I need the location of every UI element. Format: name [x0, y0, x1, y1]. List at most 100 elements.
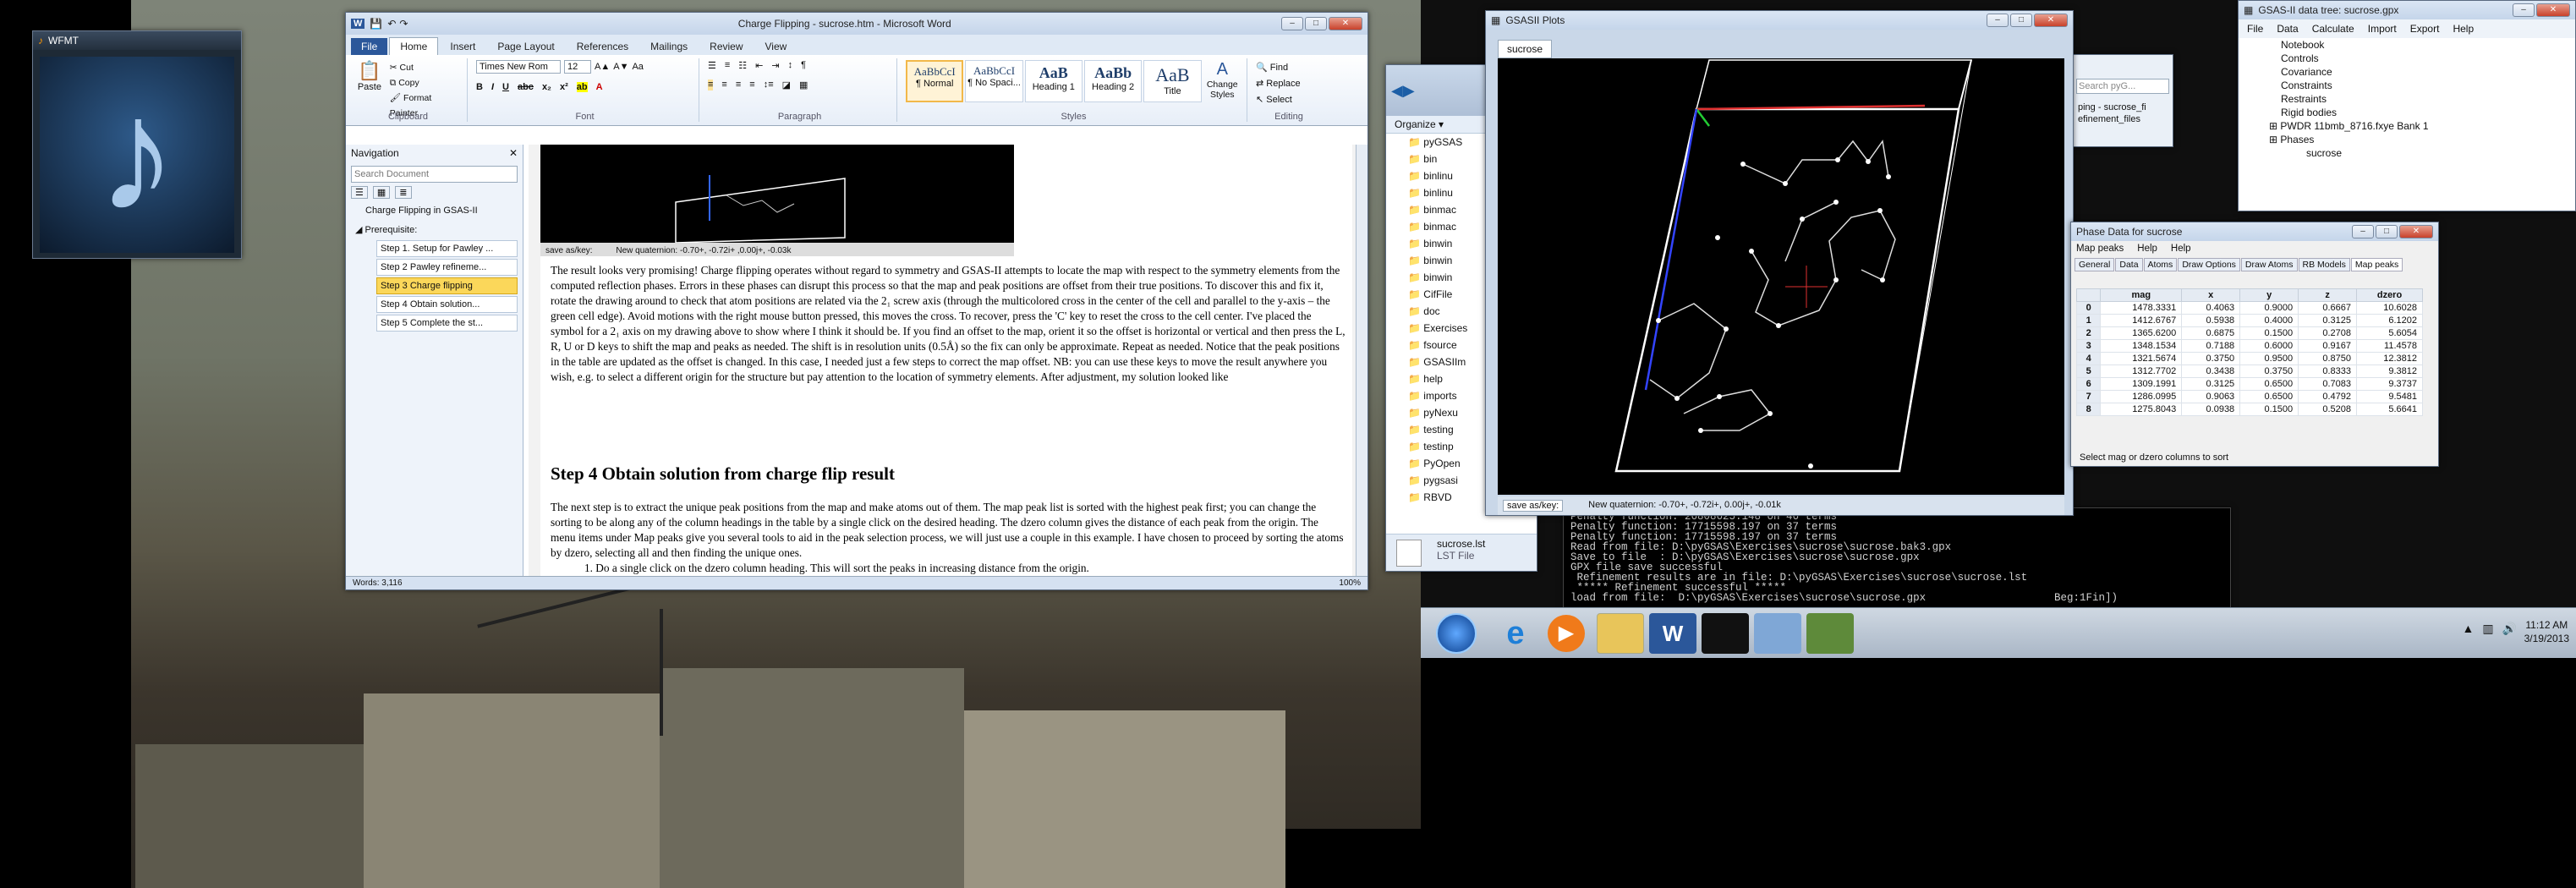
select-button[interactable]: ↖ Select — [1256, 92, 1322, 108]
style-heading-1[interactable]: AaB Heading 1 — [1024, 60, 1082, 102]
decrease-indent-icon[interactable]: ⇤ — [755, 60, 763, 71]
ie-icon[interactable]: e — [1497, 615, 1534, 652]
nav-item[interactable]: Step 4 Obtain solution... — [376, 296, 518, 313]
tab-data[interactable]: Data — [2115, 258, 2143, 271]
network-icon[interactable]: ▥ — [2482, 622, 2493, 636]
quick-access-save-icon[interactable]: 💾 — [370, 18, 382, 30]
minimize-button[interactable]: – — [1987, 14, 2009, 27]
tree-node[interactable]: Covariance — [2239, 65, 2575, 79]
style-normal[interactable]: AaBbCcI ¶ Normal — [906, 60, 964, 102]
close-button[interactable]: ✕ — [2536, 3, 2570, 17]
text-highlight-icon[interactable]: ab — [576, 82, 588, 92]
tab-general[interactable]: General — [2075, 258, 2115, 271]
table-cell[interactable]: 1412.6767 — [2100, 314, 2183, 327]
increase-indent-icon[interactable]: ⇥ — [771, 60, 779, 71]
document-area[interactable]: save as/key: New quaternion: -0.70+, -0.… — [529, 145, 1357, 578]
row-index[interactable]: 5 — [2075, 365, 2102, 378]
table-cell[interactable]: 11.4578 — [2356, 339, 2423, 353]
table-cell[interactable]: 0.6500 — [2239, 390, 2299, 403]
table-cell[interactable]: 0.7188 — [2181, 339, 2241, 353]
table-cell[interactable]: 1478.3331 — [2100, 301, 2183, 315]
align-center-icon[interactable]: ≡ — [721, 79, 726, 90]
tab-rb-models[interactable]: RB Models — [2298, 258, 2350, 271]
wfmt-titlebar[interactable]: ♪ WFMT — [33, 31, 241, 50]
style-title[interactable]: AaB Title — [1143, 60, 1202, 102]
nav-item[interactable]: Step 2 Pawley refineme... — [376, 259, 518, 276]
forward-icon[interactable]: ▶ — [1403, 82, 1415, 100]
word-window[interactable]: W 💾 ↶ ↷ Charge Flipping - sucrose.htm - … — [345, 12, 1368, 590]
close-button[interactable]: ✕ — [2399, 225, 2433, 238]
menu-help[interactable]: Help — [2137, 244, 2157, 254]
numbering-icon[interactable]: ≡ — [725, 60, 730, 71]
tree-node[interactable]: Notebook — [2239, 38, 2575, 52]
table-row[interactable]: 0 1478.3331 0.4063 0.9000 0.6667 10.6028 — [2075, 301, 2423, 315]
navigation-search-input[interactable]: Search Document — [351, 166, 518, 183]
gsas-taskbar-icon[interactable] — [1806, 613, 1854, 654]
tab-review[interactable]: Review — [699, 38, 753, 55]
subscript-icon[interactable]: x₂ — [542, 82, 551, 92]
tree-node[interactable]: ⊞ Phases — [2239, 133, 2575, 146]
quick-access-undo-icon[interactable]: ↶ — [387, 18, 396, 30]
table-cell[interactable]: 0.8333 — [2298, 365, 2358, 378]
row-index[interactable]: 2 — [2075, 326, 2102, 340]
tree-node[interactable]: Restraints — [2239, 92, 2575, 106]
tab-references[interactable]: References — [567, 38, 639, 55]
shading-icon[interactable]: ◪ — [782, 79, 791, 90]
pages-view-icon[interactable]: ▦ — [372, 186, 391, 199]
table-cell[interactable]: 0.6500 — [2239, 377, 2299, 391]
table-row[interactable]: 4 1321.5674 0.3750 0.9500 0.8750 12.3812 — [2075, 352, 2423, 365]
bullets-icon[interactable]: ☰ — [708, 60, 716, 71]
table-cell[interactable]: 0.6875 — [2181, 326, 2241, 340]
justify-icon[interactable]: ≡ — [749, 79, 754, 90]
table-cell[interactable]: 1275.8043 — [2100, 403, 2183, 416]
tab-draw-options[interactable]: Draw Options — [2178, 258, 2240, 271]
zoom-level[interactable]: 100% — [1339, 578, 1361, 588]
table-cell[interactable]: 0.9063 — [2181, 390, 2241, 403]
menu-data[interactable]: Data — [2277, 23, 2298, 35]
menu-export[interactable]: Export — [2410, 23, 2440, 35]
tree-node[interactable]: Rigid bodies — [2239, 106, 2575, 119]
row-index[interactable]: 3 — [2075, 339, 2102, 353]
replace-button[interactable]: ⇄ Replace — [1256, 76, 1322, 92]
quick-access-redo-icon[interactable]: ↷ — [399, 18, 408, 30]
maximize-button[interactable]: □ — [2376, 225, 2398, 238]
font-name-select[interactable]: Times New Rom — [476, 60, 561, 74]
column-header[interactable]: dzero — [2356, 288, 2423, 302]
table-cell[interactable]: 0.2708 — [2298, 326, 2358, 340]
menu-file[interactable]: File — [2247, 23, 2263, 35]
find-button[interactable]: 🔍 Find — [1256, 60, 1322, 76]
copy-button[interactable]: ⧉ Copy — [390, 75, 462, 90]
sort-icon[interactable]: ↕ — [788, 60, 793, 71]
style-heading-2[interactable]: AaBb Heading 2 — [1083, 60, 1143, 102]
console-window[interactable]: Penalty function: 26808625.148 on 46 ter… — [1563, 507, 2231, 616]
font-color-icon[interactable]: A — [596, 82, 603, 92]
close-button[interactable]: ✕ — [1329, 17, 1362, 30]
table-cell[interactable]: 0.8750 — [2298, 352, 2358, 365]
font-size-select[interactable]: 12 — [564, 60, 591, 74]
row-index[interactable]: 1 — [2075, 314, 2102, 327]
table-cell[interactable]: 0.6000 — [2239, 339, 2299, 353]
menu-calculate[interactable]: Calculate — [2312, 23, 2354, 35]
table-cell[interactable]: 0.9167 — [2298, 339, 2358, 353]
tab-view[interactable]: View — [755, 38, 797, 55]
phase-titlebar[interactable]: Phase Data for sucrose – □ ✕ — [2071, 222, 2438, 241]
align-left-icon[interactable]: ≡ — [708, 79, 714, 90]
tab-draw-atoms[interactable]: Draw Atoms — [2240, 258, 2298, 271]
line-spacing-icon[interactable]: ↕≡ — [764, 79, 774, 90]
folder-taskbar-icon[interactable] — [1754, 613, 1801, 654]
table-cell[interactable]: 0.6667 — [2298, 301, 2358, 315]
row-index[interactable]: 0 — [2075, 301, 2102, 315]
tab-map-peaks[interactable]: Map peaks — [2350, 258, 2403, 271]
table-cell[interactable]: 0.5938 — [2181, 314, 2241, 327]
bold-icon[interactable]: B — [476, 82, 483, 92]
tab-file[interactable]: File — [351, 38, 388, 55]
table-cell[interactable]: 1365.6200 — [2100, 326, 2183, 340]
clock[interactable]: 11:12 AM 3/19/2013 — [2524, 618, 2569, 645]
table-cell[interactable]: 10.6028 — [2356, 301, 2423, 315]
word-taskbar-icon[interactable]: W — [1649, 613, 1696, 654]
shrink-font-icon[interactable]: A▼ — [613, 62, 628, 72]
tab-mailings[interactable]: Mailings — [640, 38, 698, 55]
maximize-button[interactable]: □ — [2010, 14, 2032, 27]
column-header[interactable]: mag — [2100, 288, 2183, 302]
column-header[interactable] — [2075, 288, 2102, 302]
